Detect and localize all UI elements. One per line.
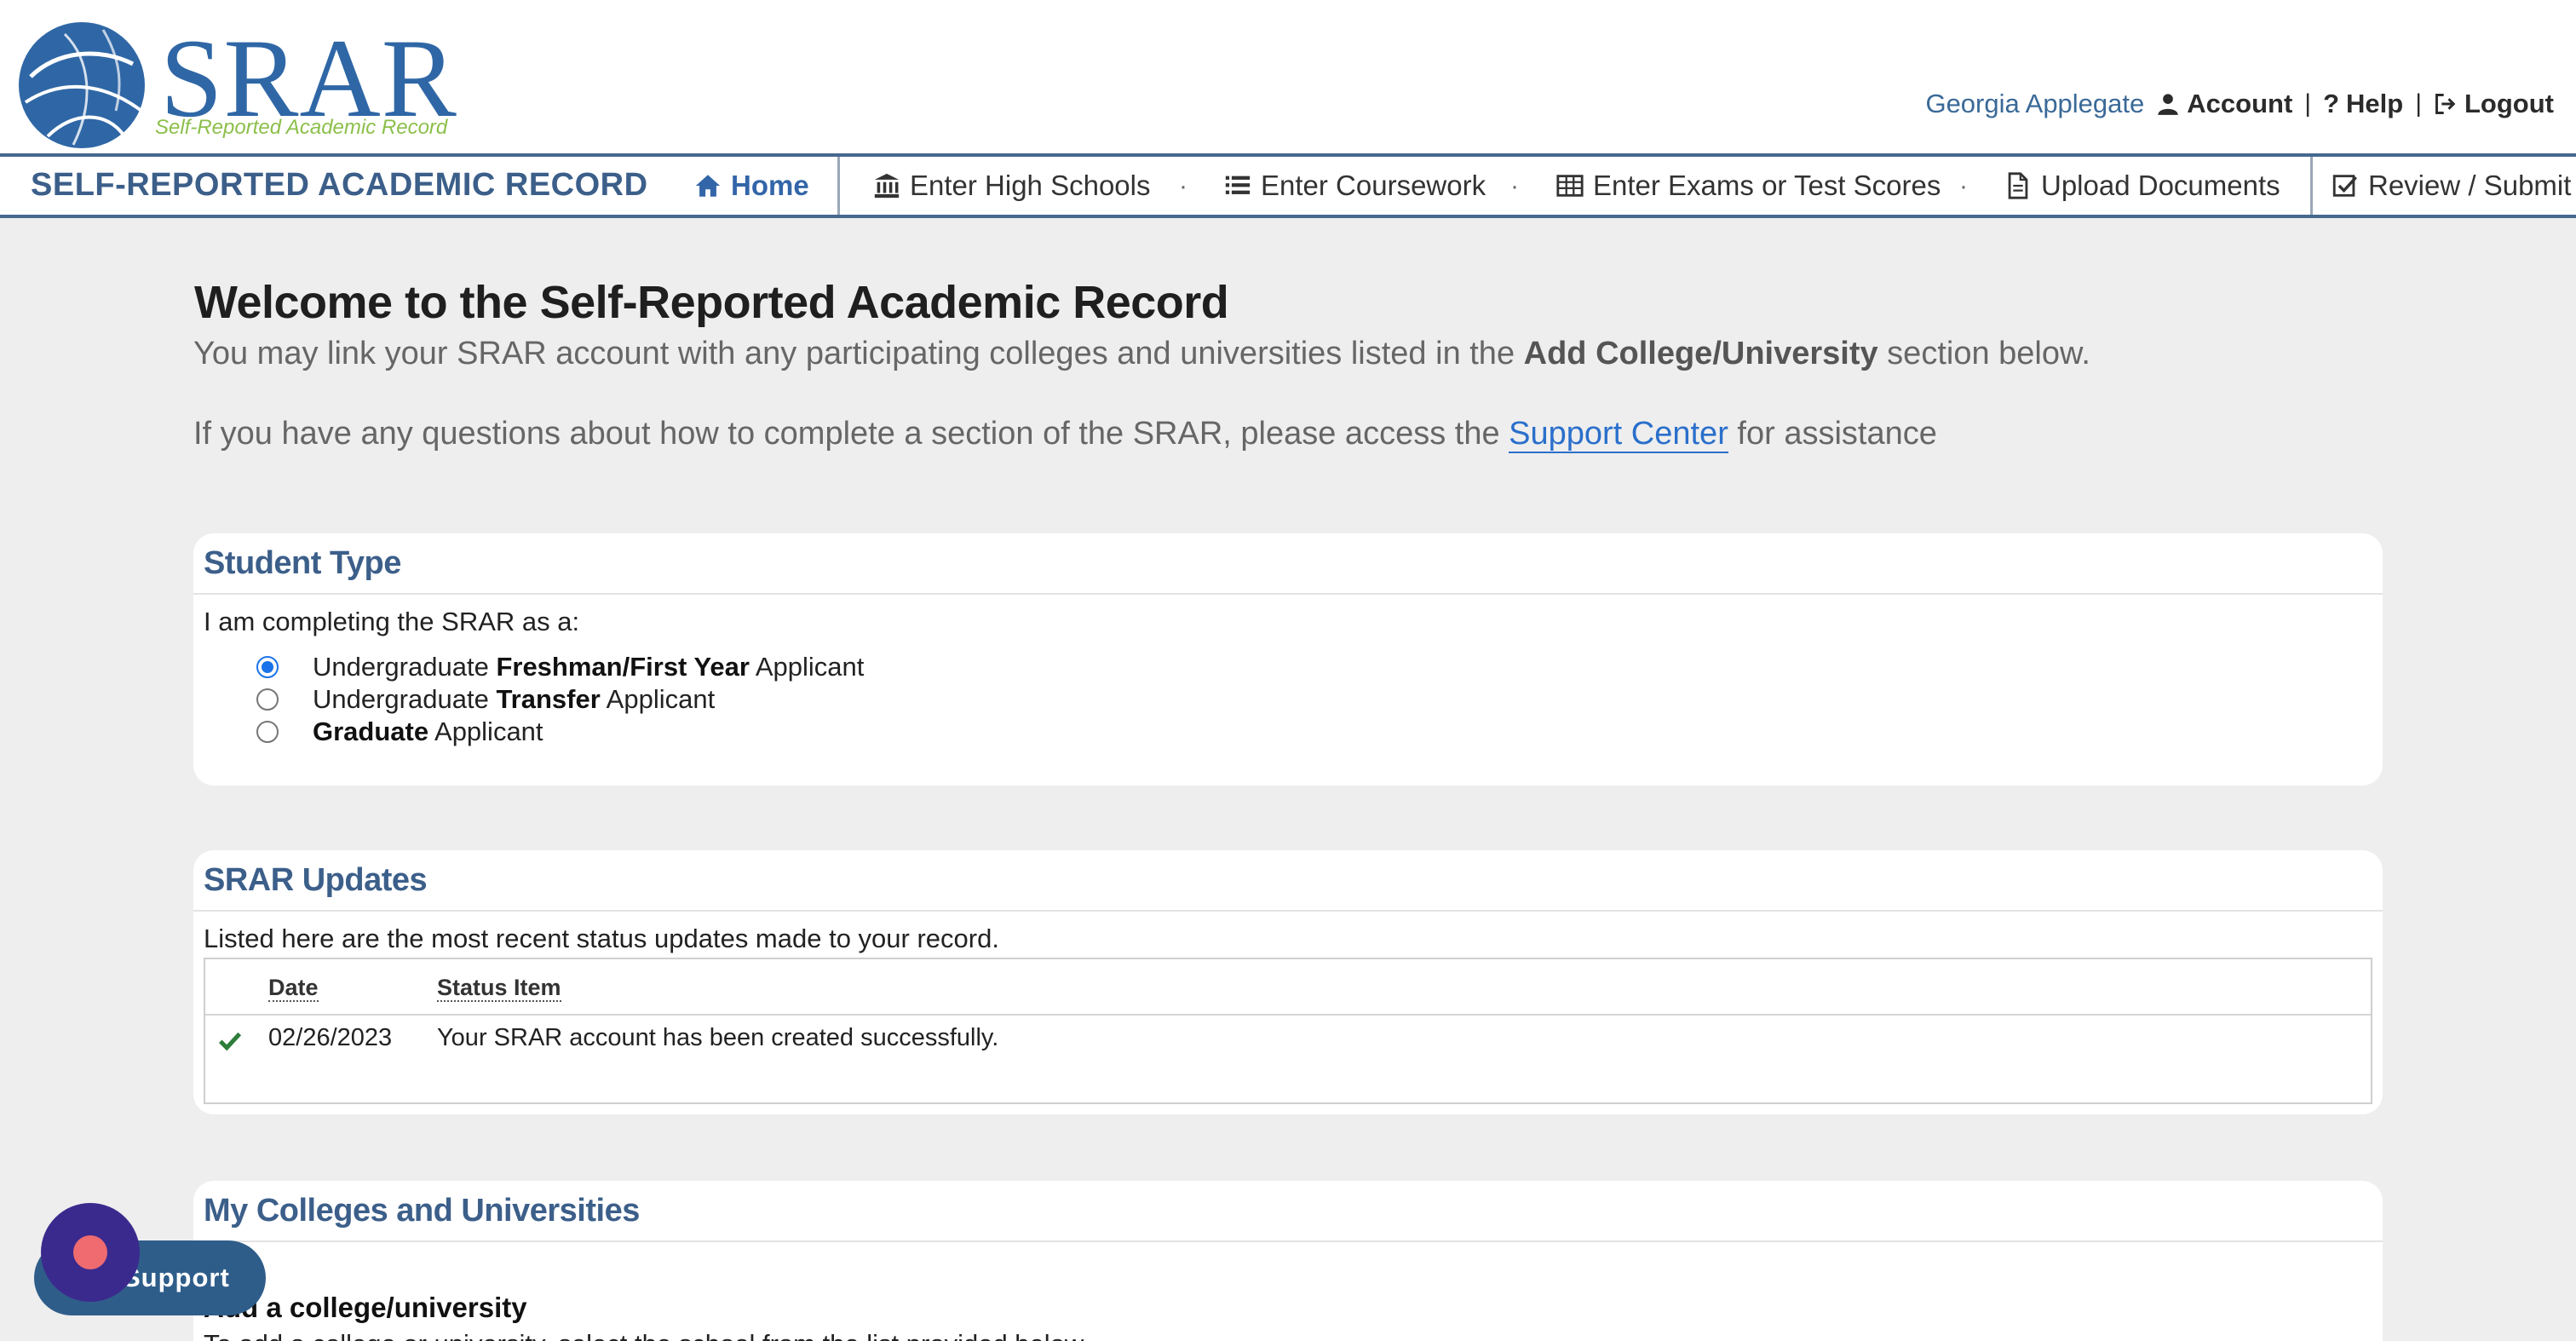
user-links: Georgia Applegate Account | ? Help | Log…: [1925, 87, 2554, 121]
panel-title: My Colleges and Universities: [204, 1192, 640, 1229]
user-icon: [2158, 94, 2178, 115]
nav-review-submit-label: Review / Submit: [2368, 170, 2572, 201]
logout-link[interactable]: Logout: [2434, 89, 2554, 119]
help-link[interactable]: ? Help: [2323, 89, 2403, 119]
update-date: 02/26/2023: [268, 1024, 393, 1051]
user-name-link[interactable]: Georgia Applegate: [1925, 89, 2144, 119]
link-separator: |: [2415, 89, 2422, 118]
welcome-support-line: If you have any questions about how to c…: [193, 416, 1937, 453]
radio-button-checked[interactable]: [256, 656, 279, 678]
panel-title: SRAR Updates: [204, 861, 428, 898]
help-label: Help: [2346, 89, 2404, 118]
nav-enter-high-schools-label: Enter High Schools: [910, 170, 1151, 201]
support-widget-label: Support: [123, 1263, 230, 1292]
radio-transfer[interactable]: Undergraduate Transfer Applicant: [256, 683, 715, 716]
welcome-intro-bold: Add College/University: [1523, 336, 1878, 371]
column-header-status[interactable]: Status Item: [437, 975, 561, 1002]
nav-divider: [837, 157, 840, 215]
radio-label: Graduate Applicant: [313, 717, 543, 746]
srar-logo[interactable]: SRAR Self-Reported Academic Record: [10, 17, 457, 148]
document-icon: [2008, 172, 2028, 199]
nav-home[interactable]: Home: [693, 157, 809, 215]
globe-logo-icon: [19, 22, 145, 148]
nav-dot-separator: ·: [1179, 172, 1187, 200]
check-square-icon: [2332, 175, 2358, 197]
column-header-date[interactable]: Date: [268, 975, 319, 1002]
link-separator: |: [2304, 89, 2312, 118]
notification-dot-icon: [73, 1235, 107, 1269]
list-icon: [1225, 176, 1251, 194]
welcome-support-text: If you have any questions about how to c…: [193, 416, 1509, 452]
radio-label: Undergraduate Freshman/First Year Applic…: [313, 652, 865, 682]
nav-upload-documents[interactable]: Upload Documents: [2004, 157, 2280, 215]
welcome-intro-text-end: section below.: [1877, 336, 2090, 371]
nav-upload-documents-label: Upload Documents: [2041, 170, 2280, 201]
student-type-intro: I am completing the SRAR as a:: [204, 607, 580, 636]
radio-button[interactable]: [256, 721, 279, 743]
nav-divider: [2310, 157, 2313, 215]
radio-graduate[interactable]: Graduate Applicant: [256, 716, 543, 748]
nav-enter-exams-label: Enter Exams or Test Scores: [1593, 170, 1941, 201]
question-icon: ?: [2323, 89, 2339, 118]
nav-dot-separator: ·: [1510, 172, 1519, 200]
welcome-support-text-end: for assistance: [1728, 416, 1937, 452]
table-divider: [205, 1014, 2371, 1016]
updates-table: Date Status Item 02/26/2023 Your SRAR ac…: [204, 958, 2372, 1104]
account-link[interactable]: Account: [2156, 89, 2292, 119]
home-icon: [695, 175, 721, 197]
nav-enter-coursework[interactable]: Enter Coursework: [1223, 157, 1486, 215]
welcome-intro: You may link your SRAR account with any …: [193, 336, 2090, 372]
nav-enter-high-schools[interactable]: Enter High Schools: [872, 157, 1150, 215]
logout-label: Logout: [2464, 89, 2554, 118]
my-colleges-panel: My Colleges and Universities Add a colle…: [193, 1181, 2383, 1341]
nav-dot-separator: ·: [1959, 172, 1968, 200]
table-icon: [1556, 175, 1584, 197]
nav-home-label: Home: [731, 170, 809, 201]
radio-label: Undergraduate Transfer Applicant: [313, 684, 716, 714]
add-college-description: To add a college or university, select t…: [204, 1329, 1090, 1341]
nav-brand-title: SELF-REPORTED ACADEMIC RECORD: [31, 167, 648, 203]
student-type-panel: Student Type I am completing the SRAR as…: [193, 533, 2383, 786]
top-header: SRAR Self-Reported Academic Record Georg…: [0, 0, 2576, 153]
welcome-intro-text: You may link your SRAR account with any …: [193, 336, 1524, 371]
nav-enter-exams[interactable]: Enter Exams or Test Scores: [1555, 157, 1941, 215]
panel-header: My Colleges and Universities: [193, 1181, 2383, 1242]
update-status: Your SRAR account has been created succe…: [437, 1024, 999, 1051]
radio-freshman[interactable]: Undergraduate Freshman/First Year Applic…: [256, 651, 864, 683]
nav-enter-coursework-label: Enter Coursework: [1261, 170, 1486, 201]
sign-out-icon: [2435, 94, 2456, 114]
logo-tagline: Self-Reported Academic Record: [155, 116, 448, 139]
chat-bubble-icon[interactable]: [41, 1203, 140, 1302]
bank-icon: [874, 173, 900, 199]
panel-title: Student Type: [204, 544, 401, 581]
main-nav: SELF-REPORTED ACADEMIC RECORD Home Enter…: [0, 153, 2576, 218]
panel-header: Student Type: [193, 533, 2383, 595]
nav-review-submit[interactable]: Review / Submit: [2331, 157, 2571, 215]
panel-header: SRAR Updates: [193, 850, 2383, 912]
account-label: Account: [2187, 89, 2293, 118]
page-title: Welcome to the Self-Reported Academic Re…: [194, 277, 1229, 328]
checkmark-icon: [218, 1032, 242, 1051]
radio-button[interactable]: [256, 688, 279, 711]
srar-updates-panel: SRAR Updates Listed here are the most re…: [193, 850, 2383, 1114]
updates-intro: Listed here are the most recent status u…: [204, 924, 999, 953]
support-center-link[interactable]: Support Center: [1509, 416, 1728, 453]
